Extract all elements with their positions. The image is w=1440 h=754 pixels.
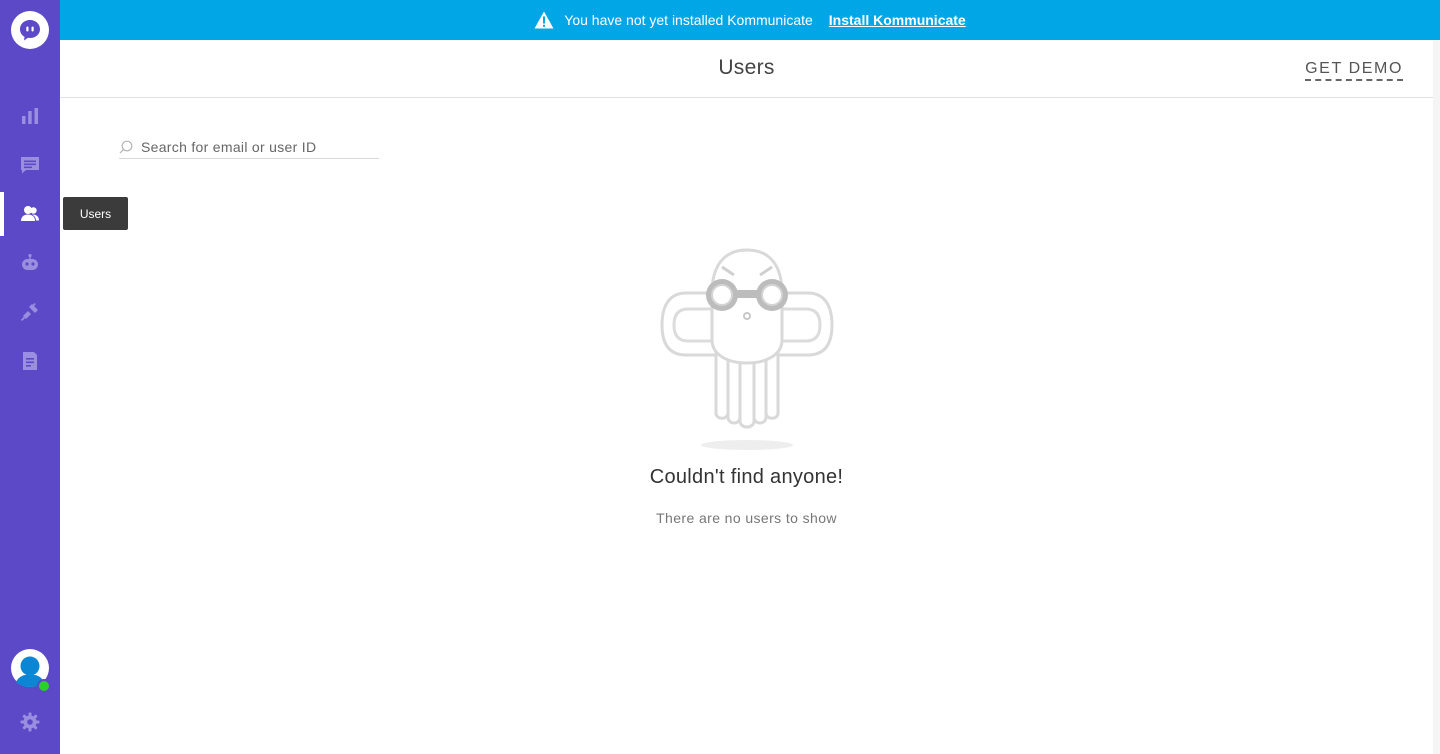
- octopus-illustration: [660, 248, 834, 450]
- warning-icon: [534, 11, 554, 29]
- page-scroll-gutter: [1433, 40, 1440, 754]
- sidebar-item-reports[interactable]: [0, 339, 60, 383]
- search-icon: [119, 140, 133, 154]
- empty-state-subtitle: There are no users to show: [656, 510, 837, 526]
- search-input[interactable]: [141, 139, 371, 155]
- sidebar-item-bots[interactable]: [0, 241, 60, 285]
- app-root: You have not yet installed Kommunicate I…: [0, 0, 1440, 754]
- bot-icon: [22, 253, 38, 270]
- sidebar: [0, 0, 60, 754]
- page-title: Users: [718, 56, 775, 79]
- get-demo-button[interactable]: GET DEMO: [1305, 60, 1403, 81]
- page-header: Users GET DEMO: [60, 40, 1433, 98]
- sidebar-item-integrations[interactable]: [0, 290, 60, 334]
- sidebar-item-dashboard[interactable]: [0, 94, 60, 138]
- gear-icon: [20, 712, 40, 732]
- users-icon: [21, 206, 39, 221]
- user-search: [119, 136, 379, 159]
- empty-state-title: Couldn't find anyone!: [649, 466, 844, 488]
- logo-icon: [20, 20, 40, 41]
- online-status-dot: [37, 679, 51, 693]
- settings-button[interactable]: [0, 700, 60, 744]
- install-banner: You have not yet installed Kommunicate I…: [60, 0, 1440, 40]
- bar-chart-icon: [22, 108, 38, 124]
- plug-icon: [20, 303, 38, 321]
- document-icon: [23, 352, 37, 370]
- sidebar-tooltip: Users: [63, 197, 128, 230]
- banner-message: You have not yet installed Kommunicate: [564, 12, 813, 28]
- chat-icon: [21, 157, 39, 174]
- sidebar-item-conversations[interactable]: [0, 143, 60, 187]
- kommunicate-logo[interactable]: [11, 11, 49, 49]
- sidebar-item-users[interactable]: [0, 192, 60, 236]
- install-kommunicate-link[interactable]: Install Kommunicate: [829, 12, 966, 28]
